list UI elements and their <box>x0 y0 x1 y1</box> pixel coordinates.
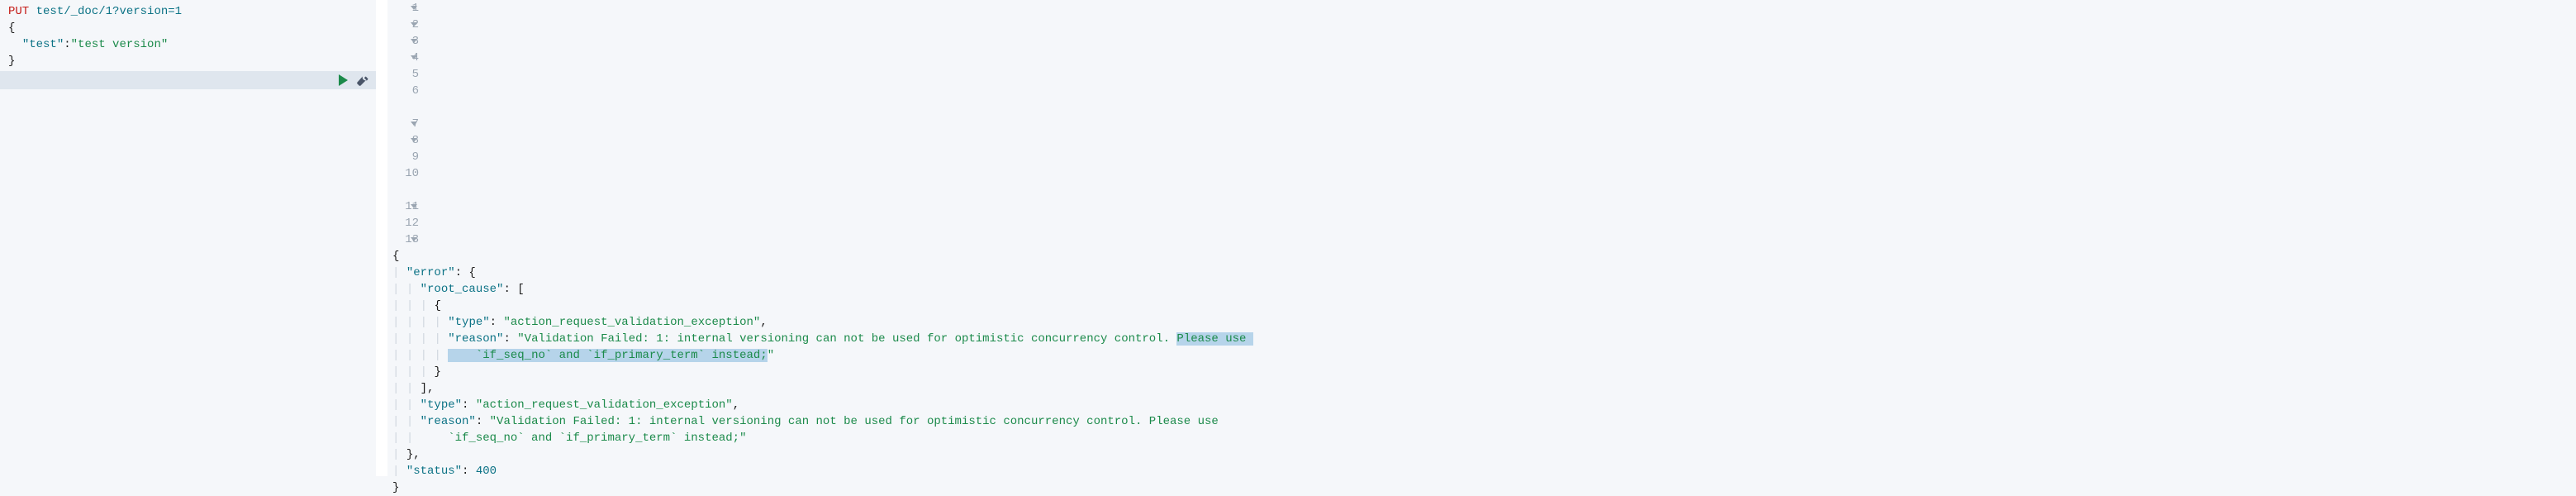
response-viewer-pane: 12345678910111213 {| "error": {| | "root… <box>387 0 2576 476</box>
gutter-line: 6 <box>387 83 419 99</box>
response-line: | | | | `if_seq_no` and `if_primary_term… <box>392 347 2576 364</box>
response-line: | | | { <box>392 298 2576 314</box>
http-method: PUT <box>8 5 29 18</box>
response-line: | | "reason": "Validation Failed: 1: int… <box>392 413 2576 430</box>
gutter-line: 5 <box>387 66 419 83</box>
response-line: | | `if_seq_no` and `if_primary_term` in… <box>392 430 2576 446</box>
response-gutter: 12345678910111213 <box>387 0 429 248</box>
gutter-line <box>387 182 419 198</box>
response-line: | | "type": "action_request_validation_e… <box>392 397 2576 413</box>
response-line: { <box>392 248 2576 265</box>
request-body-line: { <box>8 20 376 36</box>
request-line: PUT test/_doc/1?version=1 <box>8 3 376 20</box>
request-path: test/_doc/1?version=1 <box>36 5 182 18</box>
gutter-line[interactable]: 7 <box>387 116 419 132</box>
gutter-line[interactable]: 4 <box>387 50 419 66</box>
request-body-line: } <box>8 53 376 69</box>
response-line: | "status": 400 <box>392 463 2576 479</box>
request-editor-pane: PUT test/_doc/1?version=1 { "test":"test… <box>0 0 376 476</box>
gutter-line[interactable]: 2 <box>387 17 419 33</box>
gutter-line: 10 <box>387 165 419 182</box>
pane-divider[interactable] <box>376 0 387 476</box>
run-icon[interactable] <box>339 74 348 86</box>
response-line: | | | | "type": "action_request_validati… <box>392 314 2576 331</box>
response-line: | | | | "reason": "Validation Failed: 1:… <box>392 331 2576 347</box>
gutter-line[interactable]: 11 <box>387 198 419 215</box>
gutter-line[interactable]: 13 <box>387 231 419 248</box>
response-code[interactable]: {| "error": {| | "root_cause": [| | | {|… <box>387 248 2576 496</box>
request-code[interactable]: PUT test/_doc/1?version=1 { "test":"test… <box>0 3 376 69</box>
gutter-line: 12 <box>387 215 419 231</box>
request-action-bar <box>0 71 376 89</box>
response-line: | | | } <box>392 364 2576 380</box>
gutter-line <box>387 99 419 116</box>
response-line: | | "root_cause": [ <box>392 281 2576 298</box>
gutter-line[interactable]: 3 <box>387 33 419 50</box>
response-line: | | ], <box>392 380 2576 397</box>
gutter-line[interactable]: 1 <box>387 0 419 17</box>
gutter-line: 9 <box>387 149 419 165</box>
wrench-icon[interactable] <box>356 74 369 87</box>
request-body-line: "test":"test version" <box>8 36 376 53</box>
gutter-line[interactable]: 8 <box>387 132 419 149</box>
response-line: | }, <box>392 446 2576 463</box>
response-line: } <box>392 479 2576 496</box>
response-line: | "error": { <box>392 265 2576 281</box>
